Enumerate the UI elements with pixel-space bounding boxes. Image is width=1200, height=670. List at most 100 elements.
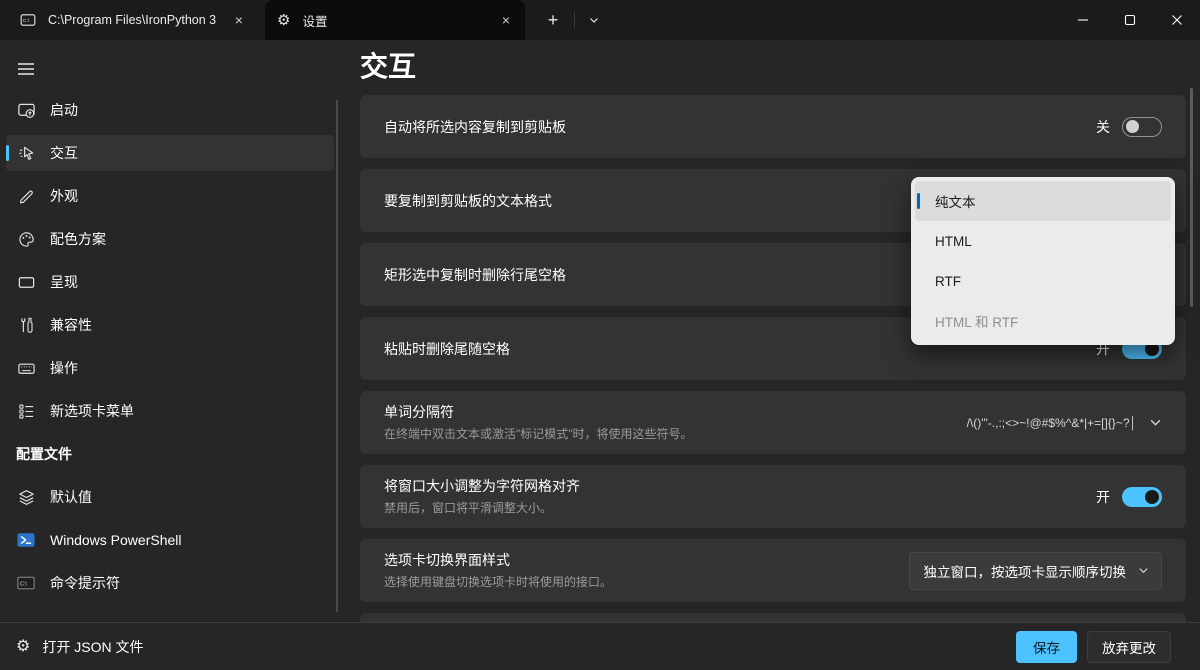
open-json-label: 打开 JSON 文件 (42, 637, 143, 657)
auto-copy-toggle[interactable] (1122, 117, 1162, 137)
sidebar-item-label: 新选项卡菜单 (50, 401, 134, 421)
sidebar-item-appearance[interactable]: 外观 (6, 178, 334, 214)
dropdown-option-html-and-rtf[interactable]: HTML 和 RTF (915, 301, 1171, 341)
svg-text:C:\: C:\ (23, 18, 30, 24)
dropdown-option-html[interactable]: HTML (915, 221, 1171, 261)
discard-changes-button[interactable]: 放弃更改 (1087, 631, 1171, 663)
toggle-knob (1145, 490, 1159, 504)
setting-row-tab-switcher: 选项卡切换界面样式 选择使用键盘切换选项卡时将使用的接口。 独立窗口，按选项卡显… (360, 539, 1186, 602)
content-scrollbar[interactable] (1190, 88, 1193, 307)
setting-label: 自动将所选内容复制到剪贴板 (384, 117, 566, 137)
sidebar-item-label: 默认值 (50, 487, 92, 507)
sidebar-item-cmd[interactable]: C:\ 命令提示符 (6, 565, 334, 601)
option-selection-indicator (917, 193, 920, 209)
minimize-button[interactable] (1059, 0, 1106, 40)
color-scheme-icon (16, 230, 36, 249)
setting-description: 禁用后，窗口将平滑调整大小。 (384, 501, 552, 515)
appearance-icon (16, 187, 36, 206)
sidebar-scrollbar[interactable] (336, 100, 338, 612)
setting-label: 单词分隔符 (384, 402, 693, 422)
word-delimiters-value: /\()"'-.,:;<>~!@#$%^&*|+=[]{}~?│ (967, 416, 1137, 430)
settings-footer: ⚙ 打开 JSON 文件 保存 放弃更改 (0, 622, 1200, 670)
sidebar-item-startup[interactable]: 启动 (6, 92, 334, 128)
launch-icon (16, 101, 36, 120)
page-title: 交互 (360, 48, 1200, 86)
hamburger-menu-button[interactable] (8, 52, 44, 86)
sidebar-item-label: 外观 (50, 186, 78, 206)
new-tab-button[interactable]: + (538, 6, 568, 34)
setting-label: 粘贴时删除尾随空格 (384, 339, 510, 359)
sidebar-item-label: 命令提示符 (50, 573, 120, 593)
setting-label: 将窗口大小调整为字符网格对齐 (384, 476, 580, 496)
svg-text:C:\: C:\ (20, 581, 27, 587)
sidebar-item-interaction[interactable]: 交互 (6, 135, 334, 171)
sidebar-item-new-tab-menu[interactable]: 新选项卡菜单 (6, 393, 334, 429)
sidebar-item-label: Windows PowerShell (50, 532, 182, 548)
setting-row-snap-to-grid: 将窗口大小调整为字符网格对齐 禁用后，窗口将平滑调整大小。 开 (360, 465, 1186, 528)
tab-ironpython[interactable]: C:\ C:\Program Files\IronPython 3 × (8, 0, 258, 40)
option-label: HTML (935, 234, 972, 249)
sidebar-item-label: 兼容性 (50, 315, 92, 335)
compatibility-icon (16, 316, 36, 335)
option-label: 纯文本 (935, 191, 976, 211)
tab-settings[interactable]: ⚙ 设置 × (265, 0, 525, 40)
toggle-knob (1126, 120, 1139, 133)
select-value: 独立窗口，按选项卡显示顺序切换 (924, 561, 1127, 581)
setting-label: 要复制到剪贴板的文本格式 (384, 191, 552, 211)
tab-title: 设置 (302, 11, 493, 30)
maximize-button[interactable] (1106, 0, 1153, 40)
setting-description: 在终端中双击文本或激活"标记模式"时，将使用这些符号。 (384, 427, 693, 441)
option-label: HTML 和 RTF (935, 311, 1018, 331)
tab-bar: C:\ C:\Program Files\IronPython 3 × ⚙ 设置… (0, 0, 1200, 40)
powershell-icon (16, 531, 36, 549)
sidebar-item-label: 交互 (50, 143, 78, 163)
sidebar-item-label: 呈现 (50, 272, 78, 292)
sidebar-item-powershell[interactable]: Windows PowerShell (6, 522, 334, 558)
sidebar-item-label: 启动 (50, 100, 78, 120)
sidebar-item-color-schemes[interactable]: 配色方案 (6, 221, 334, 257)
toggle-state-label: 开 (1096, 487, 1110, 507)
gear-icon: ⚙ (277, 13, 290, 28)
chevron-down-icon (1138, 565, 1149, 576)
dropdown-option-plain-text[interactable]: 纯文本 (915, 181, 1171, 221)
chevron-down-icon[interactable] (1149, 416, 1162, 429)
defaults-icon (16, 488, 36, 507)
setting-row-partial (360, 613, 1186, 622)
option-label: RTF (935, 274, 961, 289)
windows-terminal-settings-window: C:\ C:\Program Files\IronPython 3 × ⚙ 设置… (0, 0, 1200, 670)
close-tab-icon[interactable]: × (226, 7, 252, 33)
close-window-button[interactable] (1153, 0, 1200, 40)
new-tab-menu-icon (16, 402, 36, 421)
dropdown-option-rtf[interactable]: RTF (915, 261, 1171, 301)
toggle-state-label: 关 (1096, 117, 1110, 137)
close-tab-icon[interactable]: × (493, 7, 519, 33)
setting-label: 矩形选中复制时删除行尾空格 (384, 265, 566, 285)
setting-description: 选择使用键盘切换选项卡时将使用的接口。 (384, 575, 612, 589)
rendering-icon (16, 273, 36, 292)
window-controls (1059, 0, 1200, 40)
setting-label: 选项卡切换界面样式 (384, 550, 612, 570)
selection-indicator (6, 145, 9, 161)
snap-to-grid-toggle[interactable] (1122, 487, 1162, 507)
sidebar-item-label: 操作 (50, 358, 78, 378)
tab-switcher-select[interactable]: 独立窗口，按选项卡显示顺序切换 (909, 552, 1163, 590)
setting-row-word-delimiters: 单词分隔符 在终端中双击文本或激活"标记模式"时，将使用这些符号。 /\()"'… (360, 391, 1186, 454)
settings-sidebar: 启动 交互 外观 配色方案 (0, 40, 340, 622)
save-button[interactable]: 保存 (1016, 631, 1077, 663)
terminal-icon: C:\ (20, 12, 36, 28)
sidebar-item-rendering[interactable]: 呈现 (6, 264, 334, 300)
tabbar-divider (574, 12, 575, 28)
tab-title: C:\Program Files\IronPython 3 (48, 13, 226, 27)
tab-dropdown-button[interactable] (580, 6, 608, 34)
open-json-file-button[interactable]: ⚙ 打开 JSON 文件 (16, 637, 143, 657)
setting-row-auto-copy: 自动将所选内容复制到剪贴板 关 (360, 95, 1186, 158)
actions-icon (16, 359, 36, 378)
cmd-icon: C:\ (16, 574, 36, 592)
sidebar-nav: 启动 交互 外观 配色方案 (0, 92, 340, 608)
sidebar-item-compatibility[interactable]: 兼容性 (6, 307, 334, 343)
copy-format-dropdown-menu: 纯文本 HTML RTF HTML 和 RTF (911, 177, 1175, 345)
gear-icon: ⚙ (16, 639, 30, 655)
sidebar-item-defaults[interactable]: 默认值 (6, 479, 334, 515)
sidebar-section-profiles: 配置文件 (6, 436, 334, 472)
sidebar-item-actions[interactable]: 操作 (6, 350, 334, 386)
